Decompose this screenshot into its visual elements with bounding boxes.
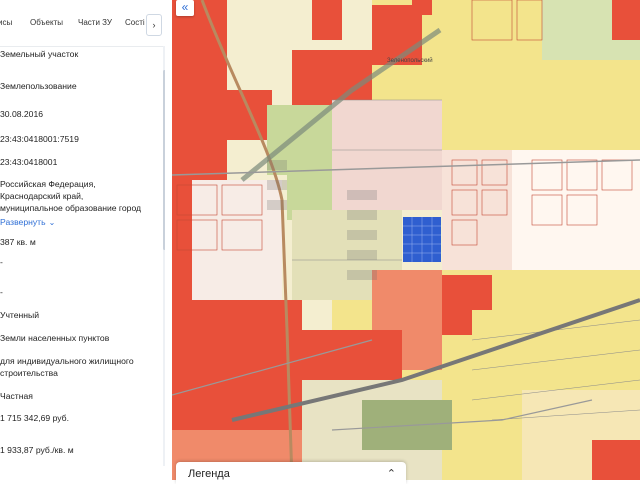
map-place-label: Зеленопольский <box>387 58 433 64</box>
tab-bar: исы Объекты Части ЗУ Сості › <box>0 0 165 47</box>
field-address-line2: Краснодарский край, <box>0 191 84 201</box>
field-date: 30.08.2016 <box>0 109 44 119</box>
expand-label: Развернуть <box>0 217 46 227</box>
field-address-line1: Российская Федерация, <box>0 179 96 189</box>
tab-composition[interactable]: Сості <box>125 18 145 27</box>
double-chevron-left-icon: « <box>181 0 189 14</box>
legend-label: Легенда <box>188 468 230 480</box>
field-subtype: Землепользование <box>0 81 77 91</box>
map-canvas[interactable] <box>172 0 640 480</box>
tab-objects[interactable]: Объекты <box>30 18 63 27</box>
field-specific-value: 1 933,87 руб./кв. м <box>0 445 74 455</box>
updown-chevron-icon: ⌃ <box>386 468 396 480</box>
field-ownership: Частная <box>0 391 33 401</box>
chevron-right-icon: › <box>152 20 156 30</box>
field-address-line3: муниципальное образование город <box>0 203 142 213</box>
field-cadastral-number: 23:43:0418001:7519 <box>0 134 79 144</box>
chevron-down-icon: ⌄ <box>48 218 56 227</box>
panel-scrollbar-thumb[interactable] <box>163 70 165 250</box>
expand-address-link[interactable]: Развернуть ⌄ <box>0 216 55 229</box>
field-area: 387 кв. м <box>0 237 36 247</box>
field-cadastral-value: 1 715 342,69 руб. <box>0 413 69 423</box>
field-status: Учтенный <box>0 310 40 320</box>
info-panel: исы Объекты Части ЗУ Сості › Земельный у… <box>0 0 165 480</box>
field-use-line1: для индивидуального жилищного <box>0 356 134 366</box>
tab-attributes[interactable]: исы <box>0 18 12 27</box>
field-quarter: 23:43:0418001 <box>0 157 58 167</box>
legend-selector[interactable]: Легенда ⌃ <box>176 462 406 484</box>
collapse-panel-button[interactable]: « <box>176 0 194 16</box>
field-category: Земли населенных пунктов <box>0 333 110 343</box>
field-use-line2: строительства <box>0 368 58 378</box>
tab-parcel-parts[interactable]: Части ЗУ <box>78 18 112 27</box>
tab-scroll-button[interactable]: › <box>146 14 162 36</box>
field-empty-2: - <box>0 287 3 297</box>
field-empty-1: - <box>0 257 3 267</box>
field-object-type: Земельный участок <box>0 49 79 59</box>
cadastral-map[interactable]: Зеленопольский <box>172 0 640 480</box>
